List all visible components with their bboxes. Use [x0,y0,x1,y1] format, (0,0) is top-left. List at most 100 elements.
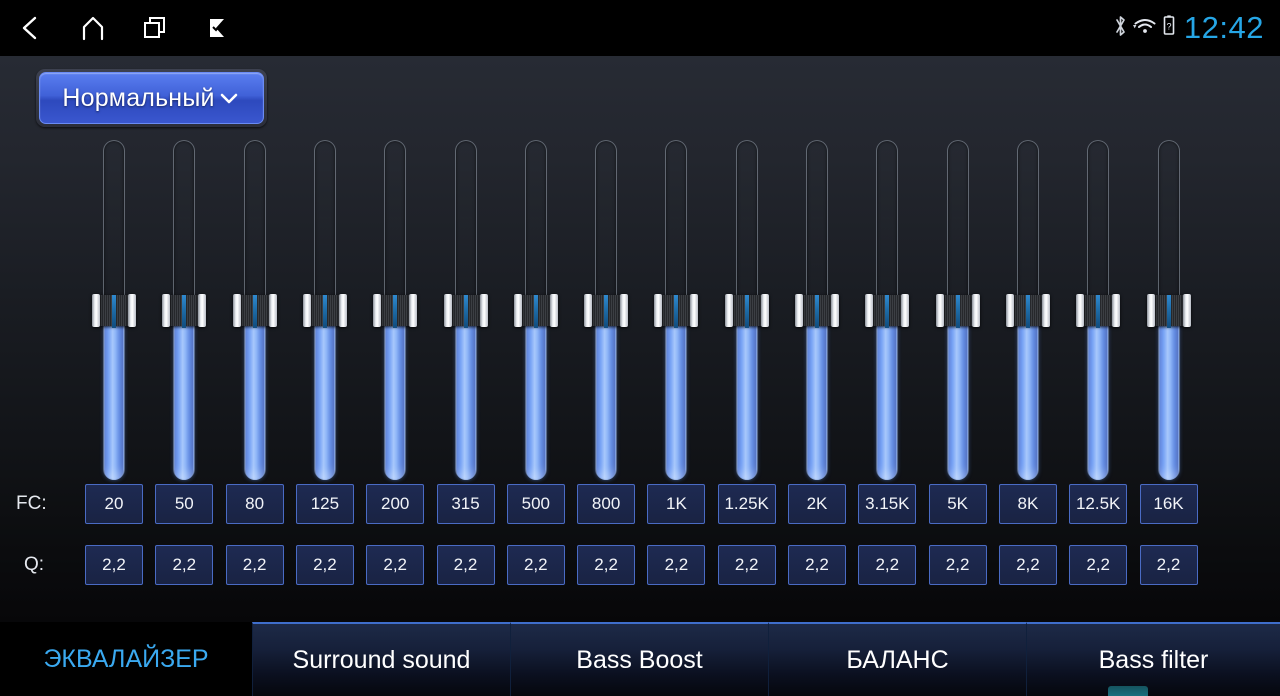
band-slider[interactable] [654,140,699,480]
thumb-cap-right [1041,294,1050,327]
back-icon[interactable] [0,0,62,56]
q-value-cell[interactable]: 2,2 [1069,545,1128,585]
band-slider-thumb[interactable] [373,294,418,328]
band-slider-fill [666,310,687,480]
thumb-cap-right [338,294,347,327]
fc-value-cell[interactable]: 800 [577,484,636,524]
tab-surround[interactable]: Surround sound [252,622,510,696]
band-slider[interactable] [795,140,839,480]
q-value-cell[interactable]: 2,2 [928,545,987,585]
fc-value-cell[interactable]: 5K [928,484,987,524]
band-slider-thumb[interactable] [795,294,839,328]
thumb-cap-left [373,294,382,327]
band-slider-thumb[interactable] [935,294,980,328]
band-slider-thumb[interactable] [1146,294,1191,328]
band-slider[interactable] [373,140,418,480]
band-slider-thumb[interactable] [232,294,277,328]
fc-value-cell[interactable]: 3.15K [858,484,917,524]
q-value-cell[interactable]: 2,2 [858,545,917,585]
q-value-cell[interactable]: 2,2 [366,545,425,585]
fc-value-cell[interactable]: 2K [788,484,846,524]
thumb-grip [99,295,129,328]
thumb-center-line [1096,295,1101,328]
thumb-center-line [393,295,398,328]
tab-balance[interactable]: БАЛАНС [768,622,1026,696]
q-value-cell[interactable]: 2,2 [577,545,636,585]
thumb-grip [309,295,340,328]
q-value-cell[interactable]: 2,2 [436,545,495,585]
thumb-grip [802,295,832,328]
thumb-cap-right [760,294,769,327]
fc-value-cell[interactable]: 8K [998,484,1057,524]
band-slider-thumb[interactable] [584,294,629,328]
band-slider[interactable] [443,140,488,480]
band-slider-thumb[interactable] [162,294,207,328]
band-slider-thumb[interactable] [724,294,769,328]
band-slider[interactable] [584,140,629,480]
fc-value-cell[interactable]: 16K [1139,484,1198,524]
q-value-cell[interactable]: 2,2 [998,545,1057,585]
band-slider-thumb[interactable] [513,294,558,328]
thumb-cap-right [1112,294,1121,327]
band-slider-thumb[interactable] [302,294,347,328]
band-slider-thumb[interactable] [92,294,136,328]
thumb-grip [520,295,551,328]
fc-value-cell[interactable]: 80 [225,484,284,524]
band-slider-thumb[interactable] [1076,294,1121,328]
bluetooth-icon [1113,14,1128,43]
fc-row: FC: 20 50 80 125 200 315 500 800 1K 1.25K 2K 3.15K 5… [0,484,1280,524]
q-value-cell[interactable]: 2,2 [788,545,846,585]
tab-filter[interactable]: Bass filter [1026,622,1280,696]
preset-selector-label: Нормальный [62,83,215,112]
preset-selector-button[interactable]: Нормальный [39,72,264,124]
thumb-cap-right [409,294,418,327]
thumb-center-line [252,295,257,328]
tab-eq[interactable]: ЭКВАЛАЙЗЕР [0,622,252,696]
band-slider[interactable] [1076,140,1121,480]
tab-bass[interactable]: Bass Boost [510,622,768,696]
band-slider-thumb[interactable] [443,294,488,328]
band-slider-thumb[interactable] [654,294,699,328]
thumb-cap-right [268,294,277,327]
band-slider[interactable] [302,140,347,480]
band-slider-thumb[interactable] [1005,294,1050,328]
q-value-cell[interactable]: 2,2 [647,545,706,585]
q-value-cell[interactable]: 2,2 [506,545,565,585]
band-slider[interactable] [1005,140,1050,480]
q-value-cell[interactable]: 2,2 [295,545,354,585]
thumb-cap-right [690,294,699,327]
q-value-cell[interactable]: 2,2 [85,545,143,585]
fc-value-cell[interactable]: 1K [647,484,706,524]
fc-value-cell[interactable]: 125 [295,484,354,524]
band-slider[interactable] [162,140,207,480]
thumb-grip [1153,295,1184,328]
fc-value-cell[interactable]: 12.5K [1069,484,1128,524]
thumb-center-line [744,295,749,328]
fc-value-cell[interactable]: 500 [506,484,565,524]
fc-value-cell[interactable]: 1.25K [717,484,776,524]
home-icon[interactable] [62,0,124,56]
fc-value-cell[interactable]: 200 [366,484,425,524]
band-slider[interactable] [92,140,136,480]
thumb-center-line [463,295,468,328]
band-slider[interactable] [935,140,980,480]
fc-value-cell[interactable]: 50 [155,484,214,524]
q-value-cell[interactable]: 2,2 [155,545,214,585]
band-slider[interactable] [1146,140,1191,480]
band-slider[interactable] [865,140,910,480]
band-slider[interactable] [724,140,769,480]
thumb-cap-right [198,294,207,327]
q-value-cell[interactable]: 2,2 [717,545,776,585]
fc-value-cell[interactable]: 315 [436,484,495,524]
recents-icon[interactable] [124,0,186,56]
band-slider-fill [877,310,898,480]
band-slider-thumb[interactable] [865,294,910,328]
band-slider[interactable] [513,140,558,480]
fc-value-cell[interactable]: 20 [85,484,143,524]
band-slider[interactable] [232,140,277,480]
thumb-grip [450,295,481,328]
thumb-cap-right [128,294,136,327]
flag-check-icon[interactable] [186,0,248,56]
q-value-cell[interactable]: 2,2 [1139,545,1198,585]
q-value-cell[interactable]: 2,2 [225,545,284,585]
